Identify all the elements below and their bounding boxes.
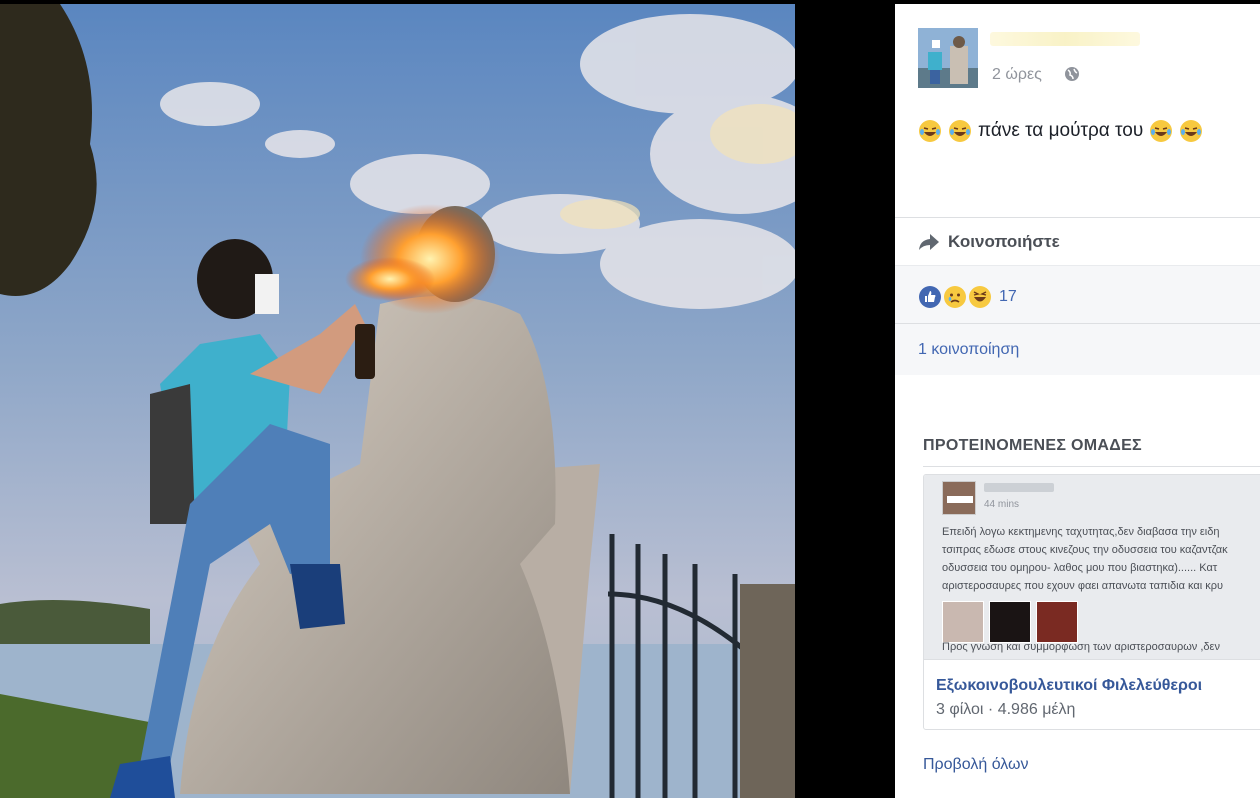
author-name-redacted bbox=[990, 32, 1140, 46]
sad-reaction-icon bbox=[943, 285, 967, 309]
divider bbox=[923, 466, 1260, 467]
group-meta: 3 φίλοι · 4.986 μέλη bbox=[936, 701, 1076, 718]
shares-count-link[interactable]: 1 κοινοποίηση bbox=[918, 341, 1019, 359]
preview-thumbnails bbox=[942, 601, 1078, 643]
share-arrow-icon bbox=[918, 231, 940, 253]
laughing-emoji-icon bbox=[1179, 119, 1203, 143]
haha-reaction-icon bbox=[968, 285, 992, 309]
see-all-link[interactable]: Προβολή όλων bbox=[923, 756, 1029, 774]
post-photo[interactable] bbox=[0, 4, 795, 798]
preview-line: τσιπρας εδωσε στους κινεζους την οδυσσει… bbox=[942, 544, 1228, 556]
laughing-emoji-icon bbox=[918, 119, 942, 143]
laughing-emoji-icon bbox=[948, 119, 972, 143]
preview-author-avatar bbox=[942, 481, 976, 515]
suggested-group-card[interactable]: 44 mins Επειδή λογω κεκτημενης ταχυτητας… bbox=[923, 474, 1260, 730]
preview-line: Επειδή λογω κεκτημενης ταχυτητας,δεν δια… bbox=[942, 526, 1220, 538]
preview-thumbnail bbox=[942, 601, 984, 643]
post-text: πάνε τα μούτρα του bbox=[978, 120, 1144, 141]
share-label: Κοινοποιήστε bbox=[948, 231, 1060, 251]
group-name-link[interactable]: Εξωκοινοβουλευτικοί Φιλελεύθεροι bbox=[936, 677, 1202, 695]
preview-thumbnail bbox=[989, 601, 1031, 643]
suggested-groups-title: ΠΡΟΤΕΙΝΟΜΕΝΕΣ ΟΜΑΔΕΣ bbox=[923, 437, 1142, 454]
group-post-preview[interactable]: 44 mins Επειδή λογω κεκτημενης ταχυτητας… bbox=[924, 475, 1260, 660]
post-caption: πάνε τα μούτρα του bbox=[918, 119, 1203, 143]
reactions-section: 17 1 κοινοποίηση bbox=[895, 265, 1260, 375]
reaction-count[interactable]: 17 bbox=[999, 288, 1017, 306]
laughing-emoji-icon bbox=[1149, 119, 1173, 143]
preview-author-name-redacted bbox=[984, 483, 1054, 492]
preview-thumbnail bbox=[1036, 601, 1078, 643]
post-side-panel: 2 ώρες πάνε τα μούτρα του Κοινοποιήστε 1… bbox=[895, 4, 1260, 798]
post-timestamp[interactable]: 2 ώρες bbox=[992, 66, 1042, 84]
reactions-summary[interactable]: 17 bbox=[918, 284, 1017, 310]
preview-timestamp: 44 mins bbox=[984, 499, 1020, 510]
divider bbox=[895, 323, 1260, 324]
preview-line: αριστεροσαυρες που εχουν φαει απανωτα τα… bbox=[942, 580, 1223, 592]
preview-line: οδυσσεια του ομηρου- λαθος μου που βιαστ… bbox=[942, 562, 1218, 574]
preview-text-bottom: Προς γνωση και συμμορφωση των αριστεροσα… bbox=[942, 641, 1220, 653]
preview-text: Επειδή λογω κεκτημενης ταχυτητας,δεν δια… bbox=[942, 523, 1260, 595]
author-avatar[interactable] bbox=[918, 28, 978, 88]
photo-viewer bbox=[0, 0, 895, 798]
post-header: 2 ώρες bbox=[918, 28, 1258, 88]
globe-icon bbox=[1064, 66, 1080, 82]
like-reaction-icon bbox=[918, 285, 942, 309]
share-button[interactable]: Κοινοποιήστε bbox=[895, 217, 1260, 265]
